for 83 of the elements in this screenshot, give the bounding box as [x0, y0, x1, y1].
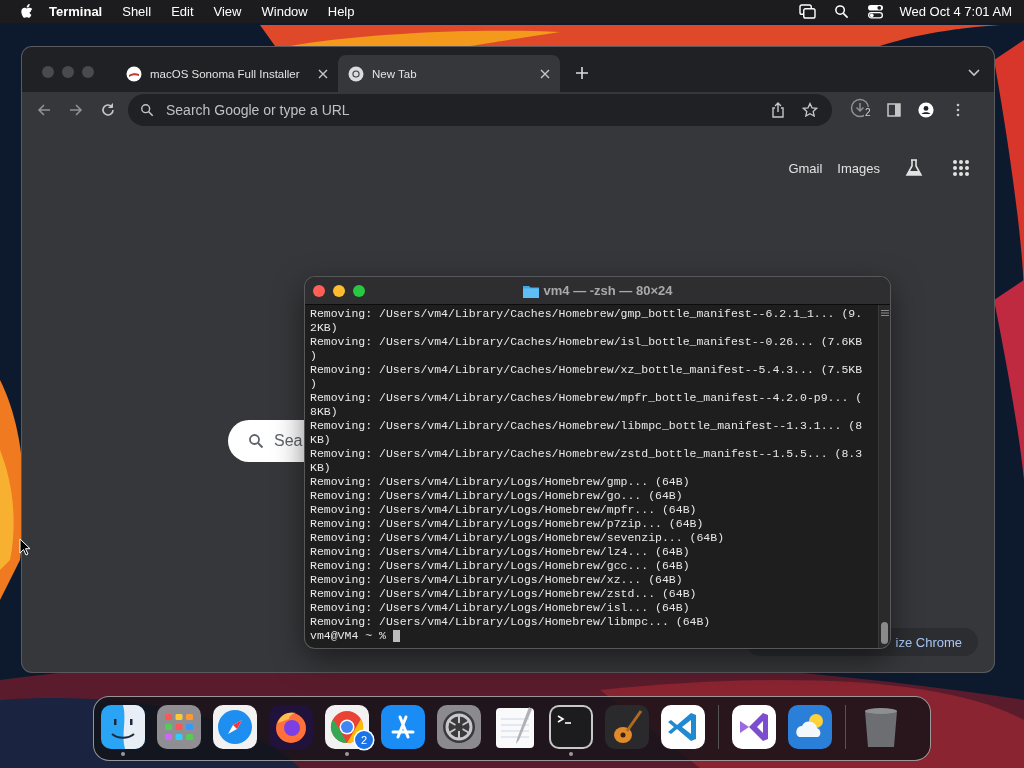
terminal-line: ) [310, 377, 317, 391]
terminal-line: Removing: /Users/vm4/Library/Logs/Homebrew/sevenzip... (64B) [310, 531, 725, 545]
terminal-line: Removing: /Users/vm4/Library/Caches/Homebrew/isl_bottle_manifest--0.26... (7.6KB [310, 335, 863, 349]
menu-item[interactable]: Terminal [49, 4, 103, 19]
download-count: 2 [864, 107, 872, 118]
shell-prompt: vm4@VM4 ~ % [310, 629, 387, 643]
terminal-line: Removing: /Users/vm4/Library/Logs/Homebrew/libmpc... (64B) [310, 615, 711, 629]
scrollbar-thumb[interactable] [881, 622, 888, 644]
menu-bar-clock[interactable]: Wed Oct 4 7:01 AM [899, 4, 1012, 19]
terminal-line: Removing: /Users/vm4/Library/Logs/Homebrew/isl... (64B) [310, 601, 690, 615]
star-icon[interactable] [802, 102, 818, 118]
guitar-icon[interactable] [605, 705, 649, 749]
folder-icon [522, 283, 539, 298]
terminal-line: Removing: /Users/vm4/Library/Logs/Homebrew/zstd... (64B) [310, 587, 697, 601]
menu-item[interactable]: Window [261, 4, 308, 19]
site-favicon-icon [126, 65, 142, 82]
window-title: vm4 — -zsh — 80×24 [543, 283, 673, 298]
address-field[interactable]: Search Google or type a URL [164, 101, 754, 119]
notepad-icon[interactable] [493, 705, 537, 749]
menu-item[interactable]: View [213, 4, 242, 19]
browser-tab[interactable]: macOS Sonoma Full Installer [116, 55, 338, 92]
chevron-down-icon[interactable] [968, 69, 980, 77]
text-cursor [392, 630, 400, 642]
terminal-line: Removing: /Users/vm4/Library/Caches/Homebrew/libmpc_bottle_manifest--1.3.1... (8 [310, 419, 863, 433]
menu-item[interactable]: Edit [171, 4, 194, 19]
close-tab-icon[interactable] [318, 68, 328, 79]
cursor-icon [19, 538, 31, 556]
chrome-logo-icon[interactable] [325, 705, 369, 749]
browser-tab[interactable]: New Tab [338, 55, 560, 92]
compass-icon[interactable] [213, 705, 257, 749]
minimize-button[interactable] [333, 284, 345, 297]
terminal-icon[interactable] [549, 705, 593, 749]
terminal-line: Removing: /Users/vm4/Library/Caches/Homebrew/gmp_bottle_manifest--6.2.1_1... (9. [310, 307, 863, 321]
flask-icon[interactable] [904, 158, 924, 178]
new-tab-icon[interactable] [576, 67, 588, 79]
terminal-line: KB) [310, 433, 331, 447]
terminal-line: Removing: /Users/vm4/Library/Caches/Homebrew/zstd_bottle_manifest--1.5.5... (8.3 [310, 447, 863, 461]
side-panel-icon[interactable] [886, 102, 902, 118]
windows-icon[interactable] [798, 4, 816, 19]
terminal-line: Removing: /Users/vm4/Library/Logs/Homebrew/gmp... (64B) [310, 475, 690, 489]
terminal-line: Removing: /Users/vm4/Library/Logs/Homebrew/mpfr... (64B) [310, 503, 697, 517]
gear-icon[interactable] [437, 705, 481, 749]
search-icon [140, 103, 154, 117]
terminal-line: ) [310, 349, 317, 363]
search-box[interactable]: Sea [228, 420, 305, 462]
apple-logo-icon[interactable] [20, 4, 33, 19]
chrome-logo-icon [348, 65, 364, 82]
terminal-line: Removing: /Users/vm4/Library/Logs/Homebrew/go... (64B) [310, 489, 683, 503]
header-link[interactable]: Gmail [788, 160, 823, 176]
download-icon[interactable] [850, 98, 870, 118]
close-button[interactable] [313, 284, 325, 297]
close-tab-icon[interactable] [540, 68, 550, 79]
zoom-button[interactable] [353, 284, 365, 297]
terminal-line: 2KB) [310, 321, 338, 335]
search-icon [248, 433, 264, 449]
reload-icon[interactable] [100, 102, 116, 118]
menu-item[interactable]: Help [327, 4, 355, 19]
terminal-line: KB) [310, 461, 331, 475]
terminal-line: Removing: /Users/vm4/Library/Logs/Homebrew/lz4... (64B) [310, 545, 690, 559]
toggles-icon[interactable] [866, 4, 884, 19]
app-grid-icon[interactable] [157, 705, 201, 749]
address-bar[interactable]: Search Google or type a URL [128, 94, 832, 126]
cloud-sun-icon[interactable] [788, 705, 832, 749]
code-editor-icon[interactable] [661, 705, 705, 749]
terminal-line: Removing: /Users/vm4/Library/Logs/Homebrew/xz... (64B) [310, 573, 683, 587]
forward-icon[interactable] [68, 102, 84, 118]
app-store-icon[interactable] [381, 705, 425, 749]
share-icon[interactable] [770, 102, 786, 118]
terminal-line: Removing: /Users/vm4/Library/Caches/Homebrew/xz_bottle_manifest--5.4.3... (7.5KB [310, 363, 863, 377]
terminal-line: 8KB) [310, 405, 338, 419]
smiling-face-icon[interactable] [101, 705, 145, 749]
terminal-line: Removing: /Users/vm4/Library/Logs/Homebrew/p7zip... (64B) [310, 517, 704, 531]
terminal-line: Removing: /Users/vm4/Library/Caches/Homebrew/mpfr_bottle_manifest--4.2.0-p9... ( [310, 391, 863, 405]
profile-icon[interactable] [918, 102, 934, 118]
menu-item[interactable]: Shell [122, 4, 152, 19]
terminal-line: Removing: /Users/vm4/Library/Logs/Homebrew/gcc... (64B) [310, 559, 690, 573]
apps-grid-icon[interactable] [952, 159, 970, 177]
back-icon[interactable] [36, 102, 52, 118]
notification-badge: 2 [355, 731, 373, 749]
search-icon[interactable] [832, 4, 850, 19]
lines-icon [880, 309, 889, 317]
scrollbar[interactable] [878, 305, 890, 648]
header-link[interactable]: Images [837, 160, 880, 176]
